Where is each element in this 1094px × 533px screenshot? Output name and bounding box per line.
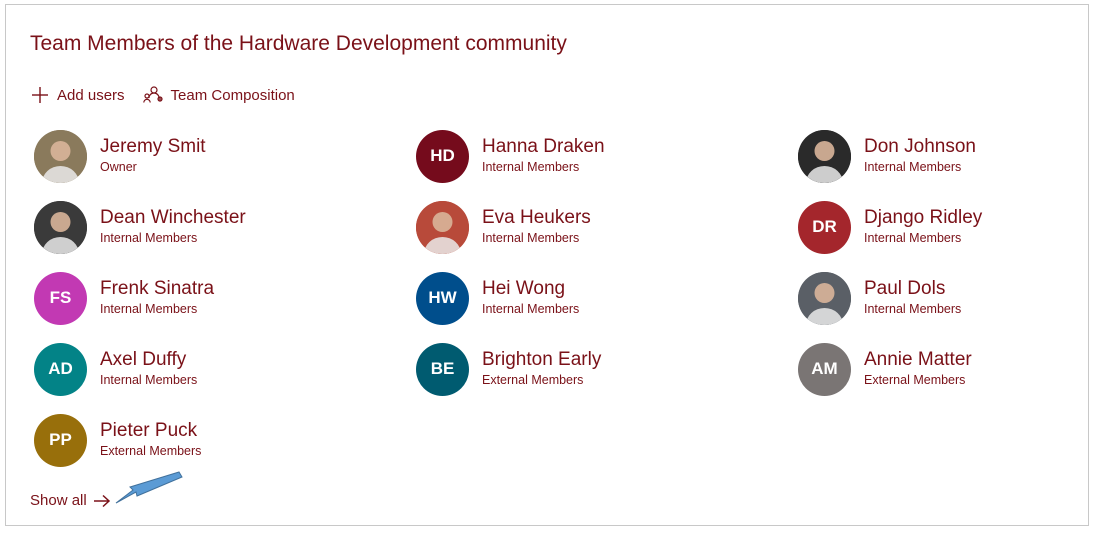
member-name: Jeremy Smit [100, 136, 206, 157]
member-card[interactable]: AM Annie Matter External Members [798, 342, 1094, 396]
avatar: HD [416, 129, 469, 183]
member-name: Paul Dols [864, 278, 946, 299]
avatar-initials: FS [49, 288, 72, 307]
member-card[interactable]: PP Pieter Puck External Members [34, 413, 394, 467]
member-info: Hanna Draken Internal Members [482, 136, 605, 176]
member-name: Annie Matter [864, 349, 972, 370]
avatar-initials: AD [48, 359, 73, 378]
member-role: Internal Members [864, 160, 962, 174]
person-photo-icon [416, 200, 469, 254]
avatar-initials: DR [812, 217, 837, 236]
avatar-initials: AM [811, 359, 838, 378]
member-name: Dean Winchester [100, 207, 246, 228]
avatar-initials: HD [430, 146, 455, 165]
team-composition-label: Team Composition [170, 86, 295, 104]
member-name: Django Ridley [864, 207, 983, 228]
member-info: Hei Wong Internal Members [482, 278, 579, 318]
member-name: Pieter Puck [100, 420, 198, 441]
member-role: External Members [864, 373, 966, 387]
member-role: Internal Members [100, 373, 198, 387]
member-role: External Members [482, 373, 584, 387]
member-role: Owner [100, 160, 137, 174]
member-role: Internal Members [100, 231, 198, 245]
member-card[interactable]: Paul Dols Internal Members [798, 271, 1094, 325]
add-users-button[interactable]: Add users [31, 86, 125, 104]
member-card[interactable]: BE Brighton Early External Members [416, 342, 776, 396]
page-title: Team Members of the Hardware Development… [30, 32, 567, 55]
show-all-link[interactable]: Show all [30, 492, 111, 509]
member-card[interactable]: Don Johnson Internal Members [798, 129, 1094, 183]
member-card[interactable]: Dean Winchester Internal Members [34, 200, 394, 254]
member-name: Hei Wong [482, 278, 566, 299]
avatar [798, 129, 851, 183]
member-card[interactable]: Eva Heukers Internal Members [416, 200, 776, 254]
member-role: Internal Members [864, 302, 962, 316]
arrow-right-icon [93, 494, 110, 507]
member-card[interactable]: FS Frenk Sinatra Internal Members [34, 271, 394, 325]
member-role: Internal Members [100, 302, 198, 316]
team-members-card: Team Members of the Hardware Development… [5, 4, 1089, 526]
add-users-label: Add users [57, 86, 125, 104]
member-role: Internal Members [864, 231, 962, 245]
member-role: Internal Members [482, 231, 580, 245]
person-photo-icon [34, 129, 87, 183]
avatar: AM [798, 342, 851, 396]
member-info: Django Ridley Internal Members [864, 207, 982, 247]
member-info: Axel Duffy Internal Members [100, 349, 197, 389]
member-card[interactable]: AD Axel Duffy Internal Members [34, 342, 394, 396]
member-role: Internal Members [482, 302, 580, 316]
member-card[interactable]: HD Hanna Draken Internal Members [416, 129, 776, 183]
member-name: Don Johnson [864, 136, 976, 157]
avatar-initials: HW [428, 288, 457, 307]
member-role: External Members [100, 444, 202, 458]
member-info: Dean Winchester Internal Members [100, 207, 246, 247]
member-name: Axel Duffy [100, 349, 187, 370]
person-photo-icon [798, 129, 851, 183]
show-all-label: Show all [30, 492, 87, 509]
avatar: BE [416, 342, 469, 396]
avatar-initials: BE [430, 359, 455, 378]
member-name: Frenk Sinatra [100, 278, 215, 299]
member-info: Paul Dols Internal Members [864, 278, 961, 318]
callout-arrow-icon [115, 471, 183, 504]
member-info: Don Johnson Internal Members [864, 136, 976, 176]
member-card[interactable]: HW Hei Wong Internal Members [416, 271, 776, 325]
member-info: Jeremy Smit Owner [100, 136, 206, 176]
people-org-icon [142, 86, 163, 103]
person-photo-icon [34, 200, 87, 254]
member-card[interactable]: Jeremy Smit Owner [34, 129, 394, 183]
team-composition-button[interactable]: Team Composition [142, 86, 295, 104]
member-info: Brighton Early External Members [482, 349, 601, 389]
member-card[interactable]: DR Django Ridley Internal Members [798, 200, 1094, 254]
avatar: DR [798, 200, 851, 254]
avatar: PP [34, 413, 87, 467]
avatar: AD [34, 342, 87, 396]
member-info: Pieter Puck External Members [100, 420, 201, 460]
avatar [34, 200, 87, 254]
member-name: Eva Heukers [482, 207, 591, 228]
member-role: Internal Members [482, 160, 580, 174]
person-photo-icon [798, 271, 851, 325]
avatar [34, 129, 87, 183]
member-name: Hanna Draken [482, 136, 605, 157]
avatar-initials: PP [49, 430, 72, 449]
member-info: Eva Heukers Internal Members [482, 207, 591, 247]
member-info: Frenk Sinatra Internal Members [100, 278, 214, 318]
plus-icon [32, 87, 48, 103]
member-grid: Jeremy Smit Owner HD Hanna Draken Internal M… [34, 129, 1084, 474]
avatar: HW [416, 271, 469, 325]
avatar: FS [34, 271, 87, 325]
avatar [416, 200, 469, 254]
member-name: Brighton Early [482, 349, 602, 370]
member-info: Annie Matter External Members [864, 349, 972, 389]
avatar [798, 271, 851, 325]
toolbar: Add users Team Composition [31, 86, 313, 104]
